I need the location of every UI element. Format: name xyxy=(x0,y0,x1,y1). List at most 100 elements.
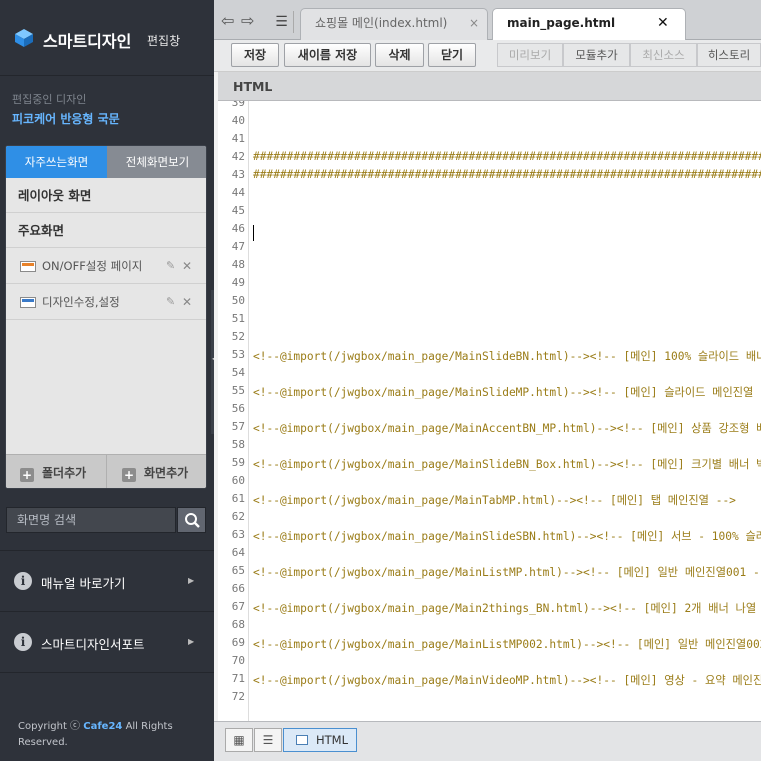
html-view-button[interactable]: HTML xyxy=(283,728,357,752)
cube-logo-icon xyxy=(15,29,33,47)
search-input[interactable]: 화면명 검색 xyxy=(6,507,176,533)
line-number: 49 xyxy=(231,276,245,289)
plus-icon: + xyxy=(122,468,136,482)
line-number: 58 xyxy=(231,438,245,451)
manual-link-label: 매뉴얼 바로가기 xyxy=(41,576,126,591)
line-number: 72 xyxy=(231,690,245,703)
add-screen-label: 화면추가 xyxy=(144,466,189,480)
history-button[interactable]: 히스토리 xyxy=(697,43,761,67)
file-tab-main-page[interactable]: main_page.html ✕ xyxy=(492,8,686,41)
add-folder-label: 폴더추가 xyxy=(42,466,87,480)
manual-link[interactable]: i 매뉴얼 바로가기 ▶ xyxy=(0,550,214,610)
add-module-button[interactable]: 모듈추가 xyxy=(563,43,630,67)
divider xyxy=(0,672,214,673)
close-icon[interactable]: ✕ xyxy=(657,9,669,37)
file-tab-bar: ⇦ ⇨ ☰ 쇼핑몰 메인(index.html) × main_page.htm… xyxy=(214,0,761,41)
screen-panel: 자주쓰는화면 전체화면보기 레이아웃 화면 주요화면 ON/OFF설정 페이지 … xyxy=(5,145,207,489)
line-number: 43 xyxy=(231,168,245,181)
copyright-prefix: Copyright ⓒ xyxy=(18,721,81,732)
line-number: 68 xyxy=(231,618,245,631)
section-main-screens[interactable]: 주요화면 xyxy=(6,213,206,248)
line-number: 65 xyxy=(231,564,245,577)
back-arrow-icon[interactable]: ⇦ xyxy=(221,11,234,30)
current-design-name[interactable]: 피코케어 반응형 국문 xyxy=(12,110,120,127)
line-number: 40 xyxy=(231,114,245,127)
list-view-button[interactable]: ☰ xyxy=(254,728,282,752)
line-number: 48 xyxy=(231,258,245,271)
line-number: 60 xyxy=(231,474,245,487)
preview-button[interactable]: 미리보기 xyxy=(497,43,563,67)
line-number: 45 xyxy=(231,204,245,217)
line-number: 66 xyxy=(231,582,245,595)
code-line: <!--@import(/jwgbox/main_page/MainSlideB… xyxy=(253,350,761,363)
line-number: 59 xyxy=(231,456,245,469)
page-design-icon xyxy=(20,297,36,308)
screen-search: 화면명 검색 xyxy=(6,507,206,533)
line-gutter: 39 40 41 42 43 44 45 46 47 48 49 50 51 52 53 54 55 56 57 58… xyxy=(218,101,249,721)
brand-title: 스마트디자인 xyxy=(43,32,132,51)
line-number: 47 xyxy=(231,240,245,253)
footer-divider xyxy=(106,455,107,488)
brand-subtitle: 편집창 xyxy=(147,34,181,48)
copyright: Copyright ⓒ Cafe24 All Rights Reserved. xyxy=(18,719,208,751)
close-icon[interactable]: × xyxy=(469,9,479,37)
edit-icon[interactable]: ✎ xyxy=(166,248,175,284)
support-link[interactable]: i 스마트디자인서포트 ▶ xyxy=(0,611,214,671)
list-item-label: ON/OFF설정 페이지 xyxy=(42,259,143,273)
editor-toolbar: 저장 새이름 저장 삭제 닫기 미리보기 모듈추가 최신소스 히스토리 xyxy=(214,40,761,72)
save-as-button[interactable]: 새이름 저장 xyxy=(284,43,371,67)
list-item-label: 디자인수정,설정 xyxy=(42,295,120,309)
code-line: <!--@import(/jwgbox/main_page/Main2thing… xyxy=(253,602,761,615)
current-design-label: 편집중인 디자인 xyxy=(12,93,87,106)
add-screen-button[interactable]: + 화면추가 xyxy=(122,455,189,488)
sidebar: 스마트디자인 편집창 편집중인 디자인 피코케어 반응형 국문 자주쓰는화면 전… xyxy=(0,0,214,761)
file-tab-label: main_page.html xyxy=(507,16,616,30)
arrow-right-icon: ▶ xyxy=(188,637,195,646)
line-number: 50 xyxy=(231,294,245,307)
edit-icon[interactable]: ✎ xyxy=(166,284,175,320)
section-layout-screens[interactable]: 레이아웃 화면 xyxy=(6,178,206,213)
search-button[interactable] xyxy=(177,507,206,533)
page-on-icon xyxy=(20,261,36,272)
info-icon: i xyxy=(14,572,32,590)
add-folder-button[interactable]: + 폴더추가 xyxy=(20,455,87,488)
html-doc-icon xyxy=(296,735,308,745)
copyright-brand: Cafe24 xyxy=(83,721,123,732)
code-line: <!--@import(/jwgbox/main_page/MainVideoM… xyxy=(253,674,761,687)
list-icon: ☰ xyxy=(275,14,288,30)
save-button[interactable]: 저장 xyxy=(231,43,279,67)
search-icon xyxy=(185,513,200,528)
support-link-label: 스마트디자인서포트 xyxy=(41,637,145,652)
list-item-design-settings[interactable]: 디자인수정,설정 ✎ ✕ xyxy=(6,284,206,320)
tab-list-button[interactable]: ☰ xyxy=(270,11,294,33)
code-line: <!--@import(/jwgbox/main_page/MainTabMP.… xyxy=(253,494,736,507)
remove-icon[interactable]: ✕ xyxy=(182,248,192,284)
remove-icon[interactable]: ✕ xyxy=(182,284,192,320)
code-line: <!--@import(/jwgbox/main_page/MainSlideS… xyxy=(253,530,761,543)
close-button[interactable]: 닫기 xyxy=(428,43,476,67)
line-number: 55 xyxy=(231,384,245,397)
file-tab-index[interactable]: 쇼핑몰 메인(index.html) × xyxy=(300,8,488,40)
line-number: 64 xyxy=(231,546,245,559)
list-item-onoff-page[interactable]: ON/OFF설정 페이지 ✎ ✕ xyxy=(6,248,206,284)
code-line: ########################################… xyxy=(253,150,761,163)
latest-source-button[interactable]: 최신소스 xyxy=(630,43,697,67)
code-editor[interactable]: 39 40 41 42 43 44 45 46 47 48 49 50 51 52 53 54 55 56 57 58… xyxy=(218,101,761,721)
line-number: 71 xyxy=(231,672,245,685)
code-line: <!--@import(/jwgbox/main_page/MainListMP… xyxy=(253,566,761,579)
line-number: 67 xyxy=(231,600,245,613)
tab-all-screens[interactable]: 전체화면보기 xyxy=(107,146,206,178)
forward-arrow-icon[interactable]: ⇨ xyxy=(241,11,254,30)
code-line: <!--@import(/jwgbox/main_page/MainAccent… xyxy=(253,422,761,435)
app-window: 스마트디자인 편집창 편집중인 디자인 피코케어 반응형 국문 자주쓰는화면 전… xyxy=(0,0,761,761)
delete-button[interactable]: 삭제 xyxy=(375,43,424,67)
editor-area: ⇦ ⇨ ☰ 쇼핑몰 메인(index.html) × main_page.htm… xyxy=(214,0,761,761)
text-caret xyxy=(253,225,254,241)
line-number: 42 xyxy=(231,150,245,163)
tab-frequent-screens[interactable]: 자주쓰는화면 xyxy=(6,146,107,178)
code-line: <!--@import(/jwgbox/main_page/MainSlideB… xyxy=(253,458,761,471)
line-number: 57 xyxy=(231,420,245,433)
line-number: 39 xyxy=(231,101,245,109)
arrow-right-icon: ▶ xyxy=(188,576,195,585)
grid-view-button[interactable]: ▦ xyxy=(225,728,253,752)
